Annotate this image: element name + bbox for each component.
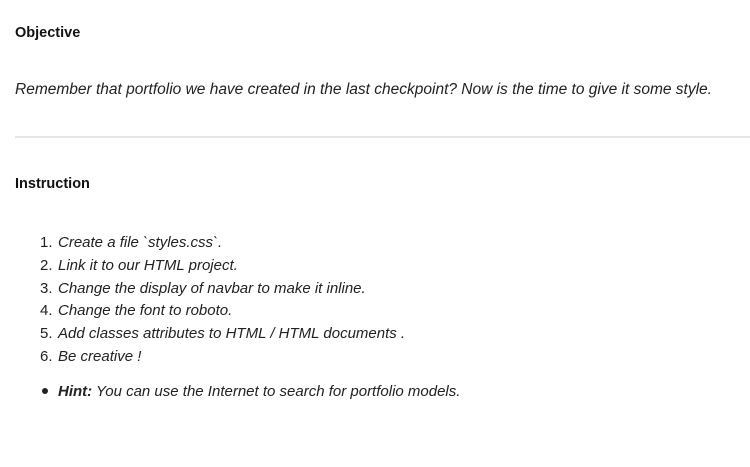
step-number: 5. [40,325,53,343]
instruction-steps-list: 1. Create a file `styles.css`. 2. Link it … [40,232,405,369]
hint-item: Hint: You can use the Internet to search… [42,383,460,400]
checkpoint-page: Objective Remember that portfolio we hav… [0,0,750,467]
step-text: Add classes attributes to HTML / HTML do… [58,325,406,343]
step-text: Change the display of navbar to make it … [58,279,366,297]
step-item: 1. Create a file `styles.css`. [40,232,405,255]
objective-heading: Objective [15,25,81,41]
section-divider [15,136,750,138]
step-number: 3. [40,279,53,297]
step-text: Create a file `styles.css`. [58,234,223,251]
step-text: Change the font to roboto. [58,302,233,320]
step-item: 2. Link it to our HTML project. [40,255,405,278]
step-item: 5. Add classes attributes to HTML / HTML … [40,323,405,346]
step-number: 4. [40,302,53,320]
step-item: 4. Change the font to roboto. [40,300,405,323]
step-item: 3. Change the display of navbar to make i… [40,278,405,301]
instruction-heading: Instruction [15,176,90,192]
step-number: 6. [40,347,53,365]
step-item: 6. Be creative ! [40,346,405,369]
step-text: Be creative ! [58,347,142,365]
hint-text: You can use the Internet to search for p… [92,383,461,400]
hint-label: Hint: [58,383,93,400]
step-number: 1. [40,234,53,251]
step-text: Link it to our HTML project. [58,256,238,274]
step-number: 2. [40,256,53,274]
objective-text: Remember that portfolio we have created … [15,81,712,98]
bullet-icon [42,388,48,395]
